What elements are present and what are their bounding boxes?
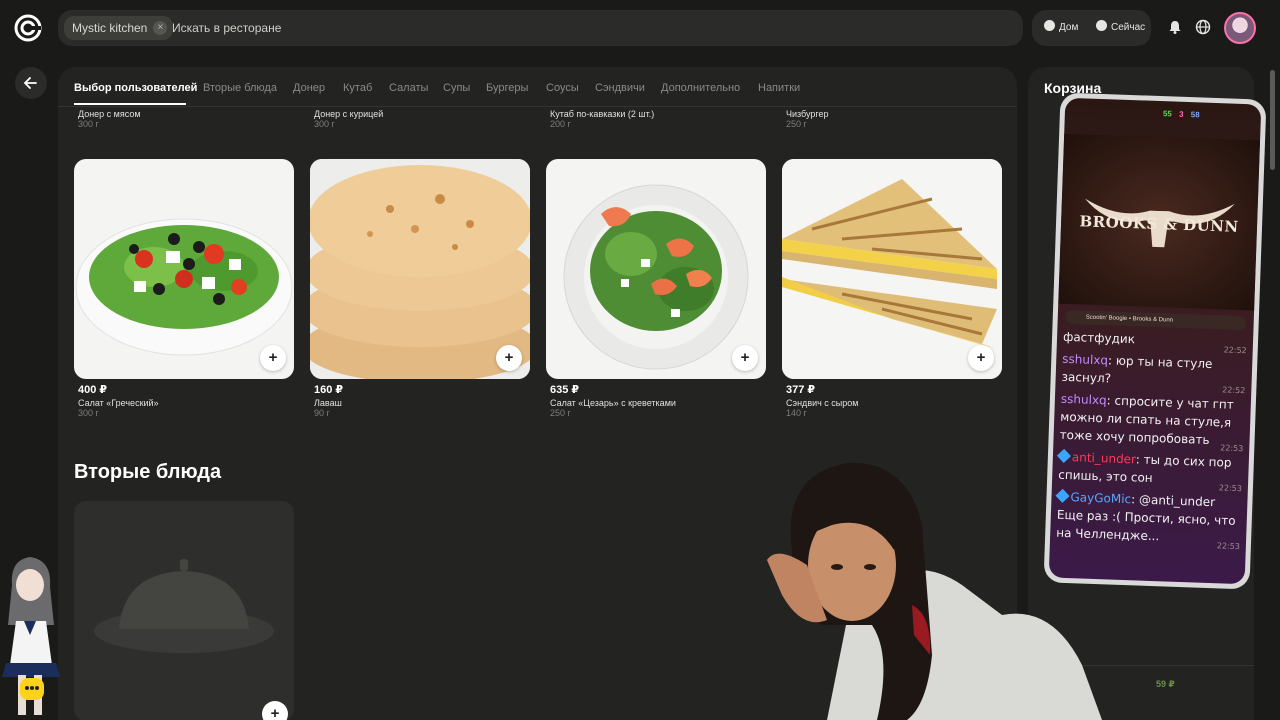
section-title: Вторые блюда bbox=[74, 461, 222, 483]
dish-price: 635 ₽ bbox=[550, 384, 580, 396]
tab-drinks[interactable]: Напитки bbox=[758, 82, 800, 94]
tab-users-choice[interactable]: Выбор пользователей bbox=[74, 82, 197, 94]
cloche-icon bbox=[94, 559, 274, 653]
tab-kutab[interactable]: Кутаб bbox=[343, 82, 372, 94]
dish-card-cheese-sandwich[interactable]: + bbox=[782, 159, 1002, 379]
dish-price: 160 ₽ bbox=[314, 384, 344, 396]
chat-user: sshulxq bbox=[1062, 351, 1109, 368]
greek-salad-image bbox=[75, 218, 293, 356]
chat-message: sshulxq: юр ты на стуле заснул? 22:52 bbox=[1061, 350, 1248, 395]
scrollbar[interactable] bbox=[1270, 70, 1275, 170]
sub-count: 3 bbox=[1178, 109, 1184, 119]
viewer-count: 58 bbox=[1190, 110, 1200, 120]
chat-message: фастфудик 22:52 bbox=[1062, 328, 1250, 355]
dish-card-placeholder[interactable]: + bbox=[74, 501, 294, 720]
chat-user: sshulxq bbox=[1060, 391, 1107, 408]
dish-weight: 250 г bbox=[550, 408, 571, 418]
follower-count: 55 bbox=[1162, 109, 1172, 119]
location-pin-icon bbox=[1044, 20, 1055, 31]
time-label: Сейчас bbox=[1111, 22, 1146, 33]
dish-name: Донер с курицей bbox=[314, 109, 384, 119]
tab-sauces[interactable]: Соусы bbox=[546, 82, 579, 94]
tab-soups[interactable]: Супы bbox=[443, 82, 470, 94]
dish-price: 400 ₽ bbox=[78, 384, 108, 396]
dish-weight: 300 г bbox=[78, 408, 99, 418]
add-to-cart-button[interactable]: + bbox=[496, 345, 522, 371]
dish-weight: 140 г bbox=[786, 408, 807, 418]
dish-name: Салат «Греческий» bbox=[78, 398, 159, 408]
search-input[interactable]: Искать в ресторане bbox=[172, 10, 281, 46]
now-playing: Scootin' Boogie • Brooks & Dunn bbox=[1065, 309, 1246, 331]
dish-name: Салат «Цезарь» с креветками bbox=[550, 398, 676, 408]
time-button[interactable]: Сейчас bbox=[1096, 10, 1145, 46]
album-art: BROOKS & DUNN bbox=[1058, 133, 1261, 311]
dish-name: Лаваш bbox=[314, 398, 342, 408]
dish-card-caesar-salad[interactable]: + bbox=[546, 159, 766, 379]
add-to-cart-button[interactable]: + bbox=[262, 701, 288, 720]
app-logo-icon[interactable] bbox=[14, 14, 42, 42]
category-tabs: Выбор пользователей Вторые блюда Донер К… bbox=[58, 67, 1017, 107]
globe-icon[interactable] bbox=[1195, 19, 1211, 35]
lavash-image bbox=[310, 159, 530, 379]
chat-message: sshulxq: спросите у чат гпт можно ли спа… bbox=[1059, 390, 1247, 453]
active-tab-indicator bbox=[74, 103, 186, 105]
dish-name: Чизбургер bbox=[786, 109, 829, 119]
restaurant-chip-label: Mystic kitchen bbox=[72, 21, 148, 35]
tab-salads[interactable]: Салаты bbox=[389, 82, 428, 94]
stream-stats: 55 3 58 bbox=[1163, 109, 1205, 119]
search-bar[interactable]: Mystic kitchen × Искать в ресторане bbox=[58, 10, 1023, 46]
address-label: Дом bbox=[1059, 22, 1079, 33]
dish-weight: 90 г bbox=[314, 408, 330, 418]
top-bar: Mystic kitchen × Искать в ресторане Дом … bbox=[0, 0, 1280, 56]
dish-weight: 250 г bbox=[786, 119, 807, 129]
dish-name: Кутаб по-кавказки (2 шт.) bbox=[550, 109, 655, 119]
add-to-cart-button[interactable]: + bbox=[732, 345, 758, 371]
chat-bubble-icon bbox=[20, 678, 44, 700]
restaurant-chip[interactable]: Mystic kitchen × bbox=[64, 16, 174, 40]
avatar[interactable] bbox=[1224, 12, 1256, 44]
dish-name: Донер с мясом bbox=[78, 109, 141, 119]
tab-sandwiches[interactable]: Сэндвичи bbox=[595, 82, 645, 94]
address-button[interactable]: Дом bbox=[1044, 10, 1078, 46]
tab-burgers[interactable]: Бургеры bbox=[486, 82, 528, 94]
clock-icon bbox=[1096, 20, 1107, 31]
dish-weight: 200 г bbox=[550, 119, 571, 129]
dish-weight: 300 г bbox=[78, 119, 99, 129]
dish-card-lavash[interactable]: + bbox=[310, 159, 530, 379]
close-icon[interactable]: × bbox=[153, 21, 168, 35]
tab-main-dishes[interactable]: Вторые блюда bbox=[203, 82, 277, 94]
add-to-cart-button[interactable]: + bbox=[260, 345, 286, 371]
caesar-salad-image bbox=[563, 184, 749, 370]
delivery-selector[interactable]: Дом Сейчас bbox=[1032, 10, 1151, 46]
add-to-cart-button[interactable]: + bbox=[968, 345, 994, 371]
bell-icon[interactable] bbox=[1168, 20, 1182, 34]
arrow-left-icon bbox=[23, 77, 37, 89]
dish-weight: 300 г bbox=[314, 119, 335, 129]
tab-doner[interactable]: Донер bbox=[293, 82, 325, 94]
dish-price: 377 ₽ bbox=[786, 384, 816, 396]
chat-text: фастфудик bbox=[1062, 329, 1136, 347]
cheese-sandwich-image bbox=[782, 159, 1002, 379]
dish-card-greek-salad[interactable]: + bbox=[74, 159, 294, 379]
back-button[interactable] bbox=[15, 67, 47, 99]
webcam-overlay bbox=[767, 462, 1102, 720]
tab-extras[interactable]: Дополнительно bbox=[661, 82, 740, 94]
dish-name: Сэндвич с сыром bbox=[786, 398, 859, 408]
